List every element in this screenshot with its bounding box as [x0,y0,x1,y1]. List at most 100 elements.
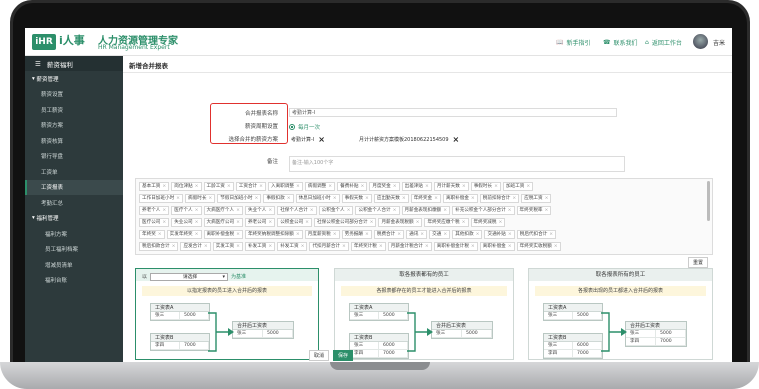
salary-item-tag[interactable]: 工龄工资 [203,182,234,191]
salary-item-tag[interactable]: 年终奖应缴个税 [424,218,469,227]
salary-item-tag[interactable]: 实发年终奖 [166,230,202,239]
salary-item-tag[interactable]: 离职补偿金计税 [433,242,478,251]
contact-link[interactable]: ☎ 联系我们 [603,38,638,47]
salary-item-tag[interactable]: 年终奖减税 [470,218,506,227]
salary-item-tag[interactable]: 大病医疗公司 [203,218,243,227]
salary-item-tag[interactable]: 代扣月薪合计 [309,242,349,251]
close-icon[interactable]: × [453,135,460,144]
salary-item-tag[interactable]: 补发工资 [277,242,308,251]
close-icon[interactable]: × [318,135,325,144]
salary-item-tag[interactable]: 应发合计 [180,242,211,251]
salary-item-tag[interactable]: 大病医疗个人 [203,206,243,215]
salary-item-tag[interactable]: 税前扣除合计 [479,194,520,203]
salary-item-tag[interactable]: 月计薪天数 [433,182,469,191]
sidebar-item-staff-change[interactable]: 增减员清单 [25,257,123,273]
base-report-select[interactable]: 请选择 [150,273,229,281]
period-radio-monthly[interactable]: 每月一次 [289,123,320,131]
salary-item-tag[interactable]: 养老公司 [244,218,276,227]
scheme-chip[interactable]: 月计计薪资方案模板20180622154509 × [359,135,459,144]
salary-item-tag[interactable]: 工资合计 [235,182,266,191]
salary-item-tag[interactable]: 交通补贴 [484,230,515,239]
avatar[interactable] [693,34,708,49]
salary-item-tag[interactable]: 实发工资 [212,242,243,251]
salary-item-tag[interactable]: 年终奖 [139,230,165,239]
salary-item-tag[interactable]: 交通 [429,230,451,239]
sidebar-item-welfare-ledger[interactable]: 福利台账 [25,273,123,289]
reset-button[interactable]: 重置 [688,257,709,268]
salary-item-tag[interactable]: 年终奖金 [410,194,441,203]
salary-item-tag[interactable]: 失业个人 [244,206,276,215]
sidebar-item-salary-report[interactable]: 工资报表 [25,179,123,195]
salary-item-tag[interactable]: 公积金公司 [277,218,313,227]
guide-link[interactable]: 📖 新手指引 [556,38,591,47]
salary-item-tag[interactable]: 年终奖纳税调整扣除额 [244,230,303,239]
salary-item-tag[interactable]: 月薪金表现税额 [378,218,423,227]
salary-item-tag[interactable]: 入离职调整 [268,182,303,191]
merge-option-common-employees[interactable]: 取各报表都有的员工 各报表都存在的员工才能进入合并后的报表 工资表A 张三 5000… [334,268,514,360]
salary-item-tag[interactable]: 事假天数 [341,194,372,203]
tags-scrollbar[interactable] [707,181,710,221]
salary-item-tag[interactable]: 离职补偿金税 [203,230,243,239]
salary-item-tag[interactable]: 工作日加班小时 [139,194,184,203]
salary-item-tag[interactable]: 月度薪资税 [304,230,340,239]
sidebar-item-salary-settings[interactable]: 薪资设置 [25,87,123,103]
salary-item-tag[interactable]: 病假时长 [185,194,216,203]
salary-item-tag[interactable]: 年终奖税率 [516,206,552,215]
save-button[interactable]: 保存 [333,350,354,361]
salary-item-tag[interactable]: 事假扣款 [263,194,294,203]
salary-item-tag[interactable]: 失业公司 [171,218,202,227]
salary-item-tag[interactable]: 月薪金计税合计 [387,242,432,251]
salary-item-tag[interactable]: 税费合计 [373,230,405,239]
remark-textarea[interactable]: 备注-输入100个字 [289,156,625,172]
user-name[interactable]: 吉米 [713,38,725,47]
salary-item-tag[interactable]: 基本工资 [139,182,170,191]
salary-item-tag[interactable]: 其他扣款 [452,230,483,239]
salary-item-tag[interactable]: 公积金个人 [318,206,354,215]
merge-option-all-employees[interactable]: 取各报表所有的员工 各报表出现的员工都进入合并后的报表 工资表A 张三 5000 工资… [528,268,713,360]
salary-item-tag[interactable]: 餐费补贴 [337,182,368,191]
salary-item-tag[interactable]: 月薪金表现扣缴额 [401,206,451,215]
salary-item-tag[interactable]: 税后扣款合计 [139,242,179,251]
salary-item-tag[interactable]: 月度奖金 [369,182,400,191]
sidebar-group-welfare[interactable]: ▾ 福利管理 [25,211,123,227]
sidebar-item-salary-calc[interactable]: 薪资核算 [25,133,123,149]
report-name-input[interactable]: 考勤计算-I [289,108,617,117]
salary-item-tag[interactable]: 养老个人 [139,206,170,215]
salary-item-tag[interactable]: 通讯 [406,230,428,239]
sidebar-item-salary-scheme[interactable]: 薪资方案 [25,118,123,134]
salary-item-tag[interactable]: 事假时长 [470,182,501,191]
salary-item-tag[interactable]: 社保个人合计 [277,206,317,215]
cancel-button[interactable]: 取消 [309,350,330,361]
sidebar-header[interactable]: ☰ 薪资福利 [25,56,123,71]
salary-item-tag[interactable]: 补充公积金个人部分合计 [452,206,515,215]
salary-item-tag[interactable]: 应出勤天数 [373,194,409,203]
salary-item-tag[interactable]: 出差津贴 [401,182,432,191]
salary-item-tag[interactable]: 年终奖实收税额 [516,242,561,251]
salary-item-tag[interactable]: 年终奖计税 [350,242,386,251]
sidebar-item-attendance-summary[interactable]: 考勤汇总 [25,195,123,211]
sidebar-item-bank-export[interactable]: 银行导盘 [25,149,123,165]
salary-item-tag[interactable]: 劳务报酬 [341,230,372,239]
salary-item-tag[interactable]: 加班工资 [502,182,534,191]
salary-item-tag[interactable]: 补发工资 [244,242,276,251]
salary-item-tag[interactable]: 社保公积金公司部分合计 [314,218,377,227]
salary-item-tag[interactable]: 节假日加班小时 [217,194,262,203]
workspace-link[interactable]: ⌂ 返回工作台 [645,38,682,47]
sidebar-item-employee-salary[interactable]: 员工薪资 [25,102,123,118]
salary-item-tag[interactable]: 休息日加班小时 [295,194,340,203]
salary-item-tag[interactable]: 离职补偿金 [442,194,478,203]
salary-item-tag[interactable]: 离职补偿金 [479,242,515,251]
salary-item-tag[interactable]: 税后代扣合计 [516,230,557,239]
salary-item-tag[interactable]: 病假调整 [304,182,336,191]
salary-item-tag[interactable]: 岗位津贴 [171,182,202,191]
sidebar-item-welfare-files[interactable]: 员工福利档案 [25,242,123,258]
sidebar-item-welfare-scheme[interactable]: 福利方案 [25,226,123,242]
sidebar-group-salary[interactable]: ▾ 薪资管理 [25,71,123,87]
scheme-chip[interactable]: 考勤计算-I × [291,135,325,144]
sidebar-item-payslip[interactable]: 工资单 [25,164,123,180]
salary-item-tag[interactable]: 医疗个人 [171,206,202,215]
salary-item-tag[interactable]: 医疗公司 [139,218,170,227]
salary-item-tag[interactable]: 公积金个人合计 [355,206,400,215]
merge-option-base-report[interactable]: 以 请选择 为基准 以指定报表的员工进入合并后的报表 工资表A张三5000工资表… [135,268,319,360]
salary-item-tag[interactable]: 应税工资 [521,194,552,203]
